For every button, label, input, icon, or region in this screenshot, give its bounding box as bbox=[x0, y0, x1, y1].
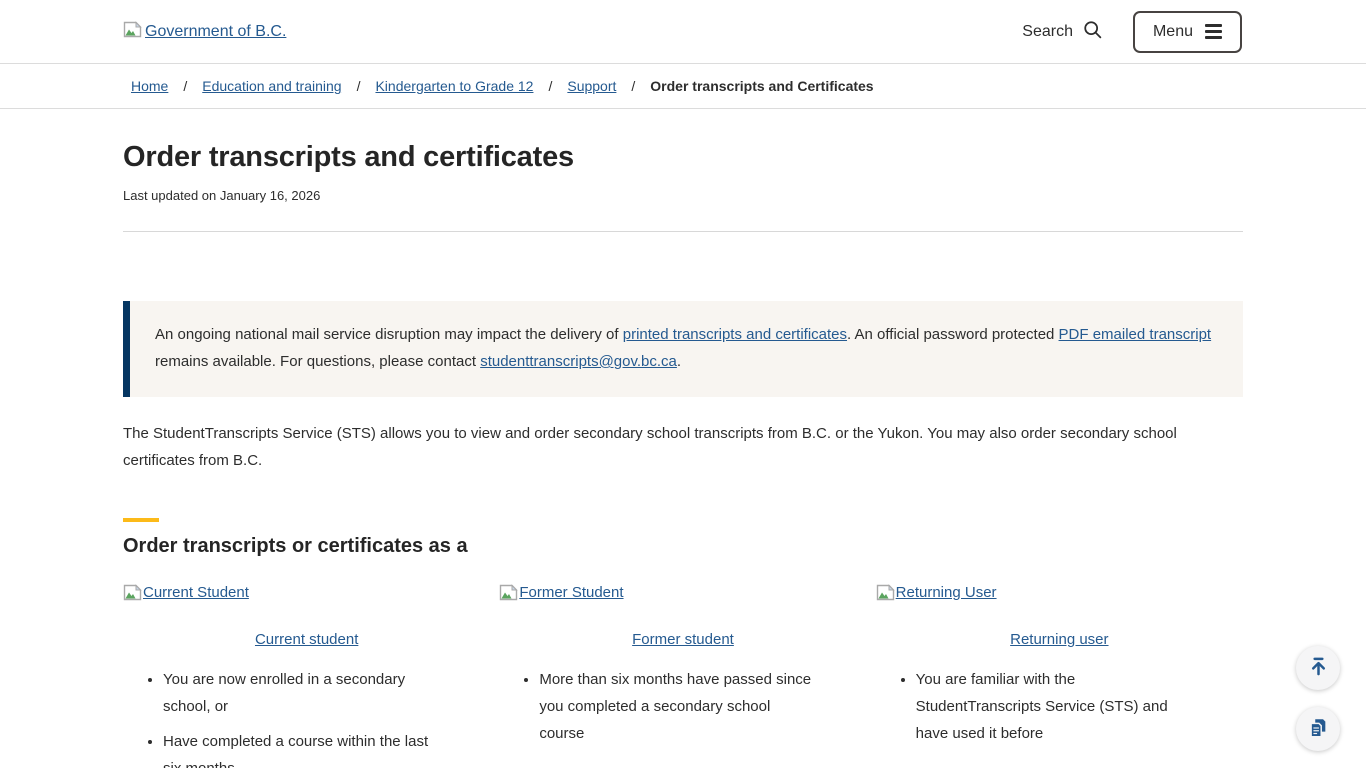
card-returning-user: Returning User Returning user You are fa… bbox=[876, 584, 1243, 768]
hamburger-icon bbox=[1205, 24, 1222, 39]
copy-button[interactable] bbox=[1296, 707, 1340, 751]
search-icon bbox=[1082, 19, 1103, 45]
image-alt-text: Returning User bbox=[896, 584, 997, 601]
arrow-up-to-line-icon bbox=[1307, 655, 1330, 681]
breadcrumb-separator: / bbox=[631, 78, 635, 94]
search-button[interactable]: Search bbox=[1022, 19, 1103, 45]
breadcrumb-item-home[interactable]: Home bbox=[131, 78, 168, 94]
returning-user-link[interactable]: Returning user bbox=[876, 631, 1243, 648]
copy-pages-icon bbox=[1307, 717, 1329, 742]
intro-paragraph: The StudentTranscripts Service (STS) all… bbox=[123, 420, 1243, 474]
current-student-image-link[interactable]: Current Student bbox=[123, 584, 249, 605]
image-alt-text: Current Student bbox=[143, 584, 249, 601]
bullet-item: Have completed a course within the last … bbox=[163, 728, 440, 768]
section-heading: Order transcripts or certificates as a bbox=[123, 535, 1243, 558]
breadcrumb: Home / Education and training / Kinderga… bbox=[0, 64, 1366, 109]
card-current-student: Current Student Current student You are … bbox=[123, 584, 490, 768]
breadcrumb-current-page: Order transcripts and Certificates bbox=[650, 78, 873, 94]
divider bbox=[123, 231, 1243, 232]
main-content: Order transcripts and certificates Last … bbox=[123, 141, 1243, 768]
back-to-top-button[interactable] bbox=[1296, 646, 1340, 690]
email-contact-link[interactable]: studenttranscripts@gov.bc.ca bbox=[480, 353, 677, 370]
site-header: Government of B.C. Search Menu bbox=[0, 0, 1366, 64]
current-student-link[interactable]: Current student bbox=[123, 631, 490, 648]
breadcrumb-item-support[interactable]: Support bbox=[567, 78, 616, 94]
returning-user-image-link[interactable]: Returning User bbox=[876, 584, 997, 605]
breadcrumb-item-education-and-training[interactable]: Education and training bbox=[202, 78, 341, 94]
header-actions: Search Menu bbox=[1022, 11, 1242, 53]
last-updated-text: Last updated on January 16, 2026 bbox=[123, 188, 1243, 203]
broken-image-icon bbox=[499, 584, 518, 605]
gold-accent-bar bbox=[123, 518, 159, 522]
menu-label: Menu bbox=[1153, 23, 1193, 41]
user-type-cards: Current Student Current student You are … bbox=[123, 584, 1243, 768]
former-student-image-link[interactable]: Former Student bbox=[499, 584, 623, 605]
printed-transcripts-link[interactable]: printed transcripts and certificates bbox=[623, 326, 847, 343]
alert-text-part: . An official password protected bbox=[847, 326, 1059, 343]
alert-text: An ongoing national mail service disrupt… bbox=[155, 321, 1215, 375]
returning-user-bullets: You are familiar with the StudentTranscr… bbox=[876, 666, 1243, 747]
alert-text-part: . bbox=[677, 353, 681, 370]
broken-image-icon bbox=[876, 584, 895, 605]
breadcrumb-separator: / bbox=[357, 78, 361, 94]
logo-alt-text: Government of B.C. bbox=[145, 23, 286, 41]
alert-text-part: An ongoing national mail service disrupt… bbox=[155, 326, 623, 343]
menu-button[interactable]: Menu bbox=[1133, 11, 1242, 53]
current-student-bullets: You are now enrolled in a secondary scho… bbox=[123, 666, 490, 768]
mail-disruption-alert: An ongoing national mail service disrupt… bbox=[123, 301, 1243, 397]
image-alt-text: Former Student bbox=[519, 584, 623, 601]
alert-text-part: remains available. For questions, please… bbox=[155, 353, 480, 370]
bullet-item: More than six months have passed since y… bbox=[539, 666, 816, 747]
logo-link[interactable]: Government of B.C. bbox=[123, 21, 286, 43]
broken-image-icon bbox=[123, 21, 142, 43]
former-student-link[interactable]: Former student bbox=[499, 631, 866, 648]
broken-image-icon bbox=[123, 584, 142, 605]
page-title: Order transcripts and certificates bbox=[123, 141, 1243, 174]
bullet-item: You are now enrolled in a secondary scho… bbox=[163, 666, 440, 720]
bullet-item: You are familiar with the StudentTranscr… bbox=[916, 666, 1193, 747]
breadcrumb-separator: / bbox=[183, 78, 187, 94]
pdf-emailed-transcript-link[interactable]: PDF emailed transcript bbox=[1059, 326, 1212, 343]
search-label: Search bbox=[1022, 23, 1073, 41]
breadcrumb-item-kindergarten-to-grade-12[interactable]: Kindergarten to Grade 12 bbox=[375, 78, 533, 94]
former-student-bullets: More than six months have passed since y… bbox=[499, 666, 866, 747]
breadcrumb-separator: / bbox=[548, 78, 552, 94]
card-former-student: Former Student Former student More than … bbox=[499, 584, 866, 768]
